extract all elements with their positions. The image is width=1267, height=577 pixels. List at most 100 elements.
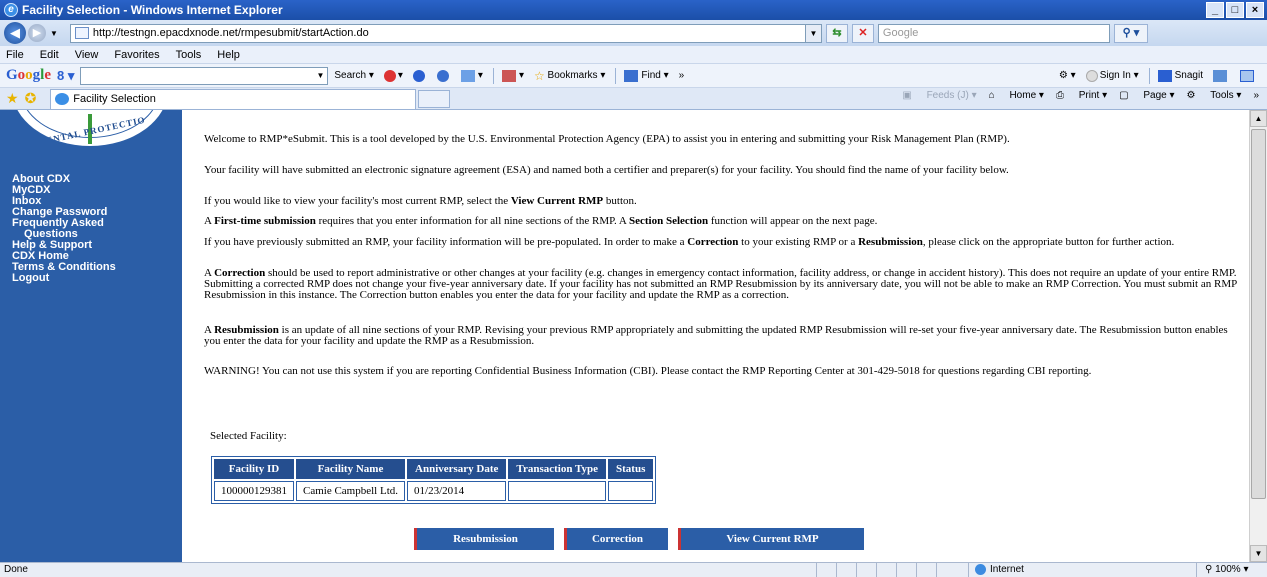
selected-facility-label: Selected Facility: (210, 430, 287, 442)
cell-transaction-type (508, 481, 607, 501)
command-bar: ▣ Feeds (J) ▾ ⌂ Home ▾ ⎙ Print ▾ ▢ Page … (890, 90, 1259, 101)
window-title: Facility Selection - Windows Internet Ex… (22, 3, 283, 17)
table-header-row: Facility ID Facility Name Anniversary Da… (214, 459, 654, 479)
address-bar[interactable]: http://testngn.epacdxnode.net/rmpesubmit… (69, 23, 822, 43)
globe-icon (975, 563, 986, 575)
correction-button[interactable]: Correction (564, 528, 668, 550)
google-logo: Google (6, 67, 52, 83)
google-g-menu[interactable]: 8 ▾ (57, 68, 74, 84)
zoom-icon: ⚲ (1205, 564, 1213, 575)
paragraph-text: button. (603, 195, 637, 207)
view-current-rmp-button[interactable]: View Current RMP (678, 528, 864, 550)
google-plus-icon[interactable]: ▾ (460, 69, 483, 82)
sign-in-button[interactable]: Sign In ▾ (1085, 69, 1139, 82)
paragraph-text: requires that you enter information for … (315, 215, 629, 227)
google-search-button[interactable]: Search ▾ (334, 70, 374, 81)
sidebar-link[interactable]: Logout (12, 273, 116, 284)
menu-favorites[interactable]: Favorites (114, 49, 159, 61)
search-input[interactable]: Google (877, 23, 1110, 43)
bold-term: Section Selection (628, 215, 709, 227)
ie-logo-icon: e (4, 3, 18, 17)
status-text: Done (4, 564, 28, 575)
menu-tools[interactable]: Tools (176, 49, 202, 61)
menu-help[interactable]: Help (217, 49, 240, 61)
toolbar-divider (492, 67, 494, 84)
col-facility-name: Facility Name (296, 459, 406, 479)
close-button[interactable]: × (1246, 2, 1264, 18)
maximize-button[interactable]: □ (1226, 2, 1244, 18)
page-menu-button[interactable]: ▢ Page ▾ (1119, 90, 1174, 101)
bold-term: Correction (687, 236, 739, 248)
find-button[interactable]: Find ▾ (624, 69, 669, 82)
stop-button[interactable]: ✕ (851, 23, 874, 43)
wrench-icon[interactable]: ⚙ ▾ (1059, 70, 1076, 81)
menu-bar: File Edit View Favorites Tools Help (0, 46, 1267, 64)
menu-view[interactable]: View (75, 49, 99, 61)
toolbar-more-button[interactable]: » (679, 70, 685, 81)
refresh-button[interactable]: ⇆ (825, 23, 848, 43)
tools-menu-button[interactable]: ⚙ Tools ▾ (1187, 90, 1242, 101)
intro-paragraph: A Correction should be used to report ad… (204, 268, 1238, 301)
paragraph-text: Welcome to RMP*eSubmit. This is a tool d… (204, 133, 1010, 145)
table-row[interactable]: 100000129381 Camie Campbell Ltd. 01/23/2… (214, 481, 654, 501)
cell-status (608, 481, 654, 501)
scroll-up-icon[interactable]: ▲ (1250, 110, 1267, 127)
sidebar: MENTAL PROTECTIO About CDX MyCDX Inbox Chan… (0, 110, 182, 562)
scroll-thumb[interactable] (1251, 129, 1266, 499)
command-more-button[interactable]: » (1253, 90, 1259, 101)
facility-table: Facility ID Facility Name Anniversary Da… (211, 456, 657, 504)
paragraph-text: A (204, 215, 215, 227)
back-button[interactable]: ◀ (4, 22, 26, 44)
search-button[interactable]: ⚲ ▾ (1113, 23, 1148, 43)
snagit-capture-icon[interactable] (1240, 69, 1257, 82)
favorites-star-icon[interactable]: ★ (6, 90, 19, 107)
bookmarks-button[interactable]: ☆ Bookmarks ▾ (534, 69, 605, 83)
tab-bar: ★ ✪ Facility Selection ▣ Feeds (J) ▾ ⌂ H… (0, 88, 1267, 110)
cell-anniversary-date: 01/23/2014 (407, 481, 507, 501)
address-dropdown-icon[interactable]: ▼ (804, 24, 821, 42)
col-anniversary-date: Anniversary Date (407, 459, 507, 479)
cell-facility-id: 100000129381 (214, 481, 294, 501)
paragraph-text: should be used to report administrative … (204, 267, 1237, 301)
col-facility-id: Facility ID (214, 459, 294, 479)
page-content: MENTAL PROTECTIO About CDX MyCDX Inbox Chan… (0, 110, 1249, 562)
history-dropdown-icon[interactable]: ▼ (50, 29, 58, 38)
new-tab-button[interactable] (418, 89, 451, 108)
google-page-icon[interactable]: ▾ (501, 69, 524, 82)
title-bar: e Facility Selection - Windows Internet … (0, 0, 1267, 20)
address-url[interactable]: http://testngn.epacdxnode.net/rmpesubmit… (93, 27, 805, 39)
forward-button[interactable]: ▶ (28, 24, 46, 42)
paragraph-text: WARNING! You can not use this system if … (204, 365, 1092, 377)
menu-file[interactable]: File (6, 49, 24, 61)
security-zone[interactable]: Internet (968, 563, 1088, 577)
resubmission-button[interactable]: Resubmission (414, 528, 554, 550)
home-button[interactable]: ⌂ Home ▾ (989, 90, 1044, 101)
tab-facility-selection[interactable]: Facility Selection (50, 88, 417, 109)
toolbar-divider (615, 67, 617, 84)
google-news-icon[interactable]: ▾ (383, 69, 403, 82)
vertical-scrollbar[interactable]: ▲ ▼ (1249, 110, 1267, 562)
google-search-input[interactable]: ▼ (80, 66, 329, 85)
add-favorites-icon[interactable]: ✪ (25, 90, 37, 107)
scroll-down-icon[interactable]: ▼ (1250, 545, 1267, 562)
status-panes (816, 563, 956, 577)
google-sphere-icon[interactable] (436, 69, 451, 82)
paragraph-text: to your existing RMP or a (738, 236, 859, 248)
paragraph-text: , please click on the appropriate button… (922, 236, 1175, 248)
snagit-button[interactable]: Snagit (1157, 69, 1203, 82)
print-button[interactable]: ⎙ Print ▾ (1056, 90, 1107, 101)
feeds-button[interactable]: ▣ Feeds (J) ▾ (902, 90, 976, 101)
minimize-button[interactable]: _ (1206, 2, 1224, 18)
paragraph-text: function will appear on the next page. (708, 215, 878, 227)
sidebar-nav: About CDX MyCDX Inbox Change Password Freque… (12, 174, 116, 284)
intro-paragraph: WARNING! You can not use this system if … (204, 366, 1238, 377)
zoom-control[interactable]: ⚲ 100% ▾ (1196, 563, 1266, 577)
tab-page-icon (55, 93, 70, 105)
col-status: Status (608, 459, 654, 479)
snagit-window-icon[interactable] (1213, 69, 1230, 82)
google-ball-icon[interactable] (412, 69, 427, 82)
paragraph-text: Your facility will have submitted an ele… (204, 164, 1009, 176)
menu-edit[interactable]: Edit (40, 49, 59, 61)
bold-term: View Current RMP (510, 195, 604, 207)
intro-paragraph: Welcome to RMP*eSubmit. This is a tool d… (204, 134, 1238, 145)
